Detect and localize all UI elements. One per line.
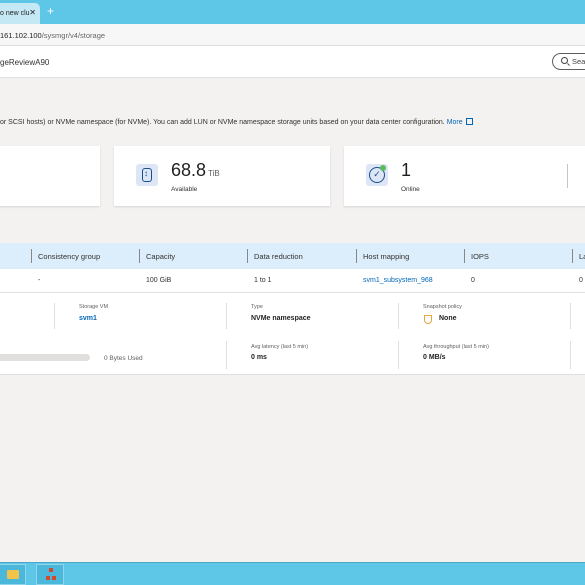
summary-card-partial xyxy=(0,146,100,206)
url-host: 161.102.100 xyxy=(0,31,42,40)
column-separator xyxy=(464,249,465,263)
cell-data-reduction: 1 to 1 xyxy=(254,277,272,284)
column-separator xyxy=(247,249,248,263)
detail-separator xyxy=(398,341,399,369)
type-label: Type xyxy=(251,304,263,310)
shield-icon xyxy=(424,315,432,324)
avg-latency-label: Avg latency (last 5 min) xyxy=(251,344,309,350)
cell-consistency-group: - xyxy=(38,277,41,284)
detail-separator xyxy=(226,341,227,369)
avg-throughput-label: Avg throughput (last 5 min) xyxy=(423,344,489,350)
used-capacity-text: 0 Bytes Used xyxy=(104,355,143,362)
column-iops[interactable]: IOPS xyxy=(471,252,489,261)
column-consistency-group[interactable]: Consistency group xyxy=(38,252,100,261)
browser-tab[interactable]: o new clu ✕ xyxy=(0,3,40,24)
detail-separator xyxy=(570,303,571,329)
type-value: NVMe namespace xyxy=(251,315,311,322)
available-label: Available xyxy=(171,186,198,193)
detail-separator xyxy=(226,303,227,329)
summary-card-online: ✓ 1 Online xyxy=(344,146,585,206)
search-input[interactable]: Sea xyxy=(552,53,585,70)
url-path: /sysmgr/v4/storage xyxy=(41,31,106,40)
avg-throughput-value: 0 MB/s xyxy=(423,354,446,361)
detail-separator xyxy=(398,303,399,329)
detail-separator xyxy=(54,303,55,329)
table-row[interactable]: - 100 GiB 1 to 1 svm1_subsystem_968 0 0 xyxy=(0,269,585,293)
search-icon xyxy=(561,57,568,64)
address-bar[interactable]: 161.102.100/sysmgr/v4/storage xyxy=(0,24,585,46)
capacity-progress-bar xyxy=(0,354,90,361)
taskbar-network-button[interactable] xyxy=(36,564,64,585)
external-link-icon[interactable] xyxy=(465,118,473,125)
storage-vm-link[interactable]: svm1 xyxy=(79,315,97,322)
summary-card-available: 68.8TiB Available xyxy=(114,146,330,206)
cell-iops: 0 xyxy=(471,277,475,284)
tab-title: o new clu xyxy=(0,10,30,17)
detail-separator xyxy=(570,341,571,369)
column-separator xyxy=(572,249,573,263)
available-unit: TiB xyxy=(208,169,220,178)
browser-tab-bar: o new clu ✕ + xyxy=(0,0,585,24)
taskbar xyxy=(0,562,585,585)
column-capacity[interactable]: Capacity xyxy=(146,252,175,261)
snapshot-policy-label: Snapshot policy xyxy=(423,304,462,310)
online-value: 1 xyxy=(401,160,412,180)
avg-latency-value: 0 ms xyxy=(251,354,267,361)
available-value: 68.8 TiB xyxy=(171,160,220,181)
cell-capacity: 100 GiB xyxy=(146,277,172,284)
snapshot-policy-value: None xyxy=(439,315,457,322)
database-icon xyxy=(136,164,158,186)
page-description: or SCSI hosts) or NVMe namespace (for NV… xyxy=(0,118,473,126)
column-data-reduction[interactable]: Data reduction xyxy=(254,252,303,261)
folder-icon xyxy=(7,570,19,579)
storage-vm-label: Storage VM xyxy=(79,304,109,310)
close-icon[interactable]: ✕ xyxy=(29,8,36,17)
column-separator xyxy=(31,249,32,263)
more-link[interactable]: More xyxy=(447,119,463,126)
cluster-name: geReviewA90 xyxy=(0,58,50,67)
card-divider xyxy=(567,164,568,188)
taskbar-explorer-button[interactable] xyxy=(0,564,26,585)
url-text: 161.102.100/sysmgr/v4/storage xyxy=(0,31,105,40)
column-separator xyxy=(139,249,140,263)
row-detail-panel: Storage VM svm1 Type NVMe namespace Snap… xyxy=(0,293,585,375)
cell-latency: 0 xyxy=(579,277,583,284)
table-header: Consistency group Capacity Data reductio… xyxy=(0,243,585,269)
column-separator xyxy=(356,249,357,263)
online-label: Online xyxy=(401,186,420,193)
column-latency[interactable]: La xyxy=(579,252,585,261)
network-icon xyxy=(46,568,56,582)
online-check-icon: ✓ xyxy=(366,164,388,186)
search-placeholder: Sea xyxy=(572,57,585,66)
cell-host-mapping-link[interactable]: svm1_subsystem_968 xyxy=(363,277,433,284)
column-host-mapping[interactable]: Host mapping xyxy=(363,252,409,261)
plus-icon[interactable]: + xyxy=(47,4,54,18)
description-text: or SCSI hosts) or NVMe namespace (for NV… xyxy=(0,119,445,126)
available-number: 68.8 xyxy=(171,160,207,180)
app-header: geReviewA90 Sea xyxy=(0,46,585,78)
